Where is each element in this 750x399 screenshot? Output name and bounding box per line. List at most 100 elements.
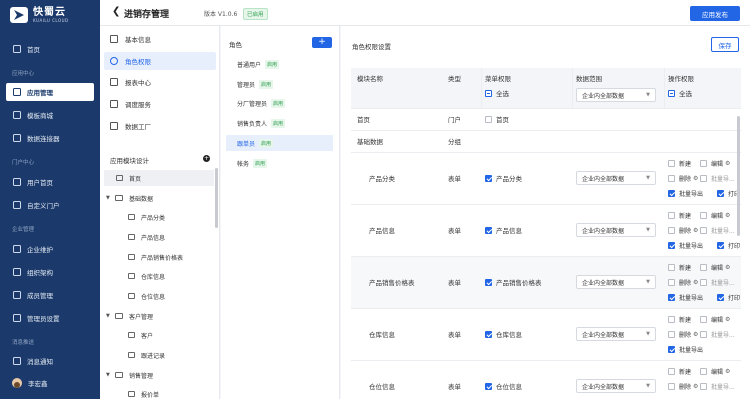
checkbox[interactable] [668, 89, 675, 97]
checkbox[interactable] [485, 226, 492, 234]
sidebar-item-admin[interactable]: 管理员设置 [6, 309, 94, 327]
scope-select[interactable]: 企业内全部数据 ▼ [576, 275, 656, 289]
tree-item-followup[interactable]: 跟进记录 [128, 347, 165, 363]
role-item[interactable]: 管理员 启用 [226, 76, 333, 92]
op-print[interactable]: 打印 [717, 293, 740, 302]
op-batch-import[interactable]: 批量导... [700, 278, 735, 287]
menu-permission[interactable]: 产品分类 [485, 171, 522, 185]
op-create[interactable]: 新建 [668, 367, 691, 376]
nav-item-basic[interactable]: 基本信息 [104, 30, 216, 48]
add-role-button[interactable]: + [312, 37, 332, 48]
nav-item-roles[interactable]: 角色权限 [104, 52, 216, 70]
role-item[interactable]: 分厂管理员 启用 [226, 95, 333, 111]
checkbox[interactable] [485, 330, 492, 338]
tree-item-price-list[interactable]: 产品销售价格表 [128, 249, 183, 265]
op-create[interactable]: 新建 [668, 263, 691, 272]
checkbox[interactable] [485, 115, 492, 123]
scope-select[interactable]: 企业内全部数据 ▼ [576, 327, 656, 341]
op-batch-import[interactable]: 批量导... [700, 226, 735, 235]
settings-icon[interactable]: ⚙ [693, 383, 698, 390]
tree-item-quote[interactable]: 报价单 [128, 386, 159, 399]
sidebar-item-app-manage[interactable]: 应用管理 [6, 83, 94, 101]
user-profile[interactable]: 李宏鑫 [12, 378, 48, 388]
op-batch-import[interactable]: 批量导... [700, 382, 735, 391]
tree-item-warehouse[interactable]: 仓库信息 [128, 268, 165, 284]
op-edit[interactable]: 编辑 ⚙ [700, 315, 730, 324]
op-print[interactable]: 打印 [717, 241, 740, 250]
scope-select[interactable]: 企业内全部数据 ▼ [576, 171, 656, 185]
sidebar-item-custom-portal[interactable]: 自定义门户 [6, 196, 94, 214]
sidebar-item-connector[interactable]: 数据连接器 [6, 129, 94, 147]
add-module-icon[interactable]: + [203, 155, 210, 162]
op-edit[interactable]: 编辑 ⚙ [700, 211, 730, 220]
checkbox[interactable] [485, 278, 492, 286]
tree-group-sales[interactable]: ▼ 销售管理 [106, 367, 153, 383]
role-item[interactable]: 销售负责人 启用 [226, 115, 333, 131]
role-item-selected[interactable]: 跟单员 启用 [226, 135, 333, 151]
sidebar-item-members[interactable]: 成员管理 [6, 286, 94, 304]
op-batch-export[interactable]: 批量导出 [668, 241, 703, 250]
settings-icon[interactable]: ⚙ [693, 279, 698, 286]
tree-item-customer[interactable]: 客户 [128, 327, 153, 343]
sidebar-item-org[interactable]: 组织架构 [6, 263, 94, 281]
nav-item-schedule[interactable]: 调度服务 [104, 95, 216, 113]
op-batch-export[interactable]: 批量导出 [668, 293, 703, 302]
nav-item-reports[interactable]: 报表中心 [104, 73, 216, 91]
settings-icon[interactable]: ⚙ [725, 368, 730, 375]
checkbox[interactable] [485, 89, 492, 97]
op-delete[interactable]: 删除 ⚙ [668, 278, 698, 287]
back-icon[interactable]: ❮ [112, 6, 120, 17]
tree-group-basic[interactable]: ▼ 基础数据 [106, 190, 153, 206]
tree-item-location[interactable]: 仓位信息 [128, 288, 165, 304]
op-batch-export[interactable]: 批量导出 [668, 189, 703, 198]
role-item[interactable]: 帐务 启用 [226, 155, 333, 171]
op-delete[interactable]: 删除 ⚙ [668, 382, 698, 391]
tree-group-customer[interactable]: ▼ 客户管理 [106, 308, 153, 324]
tree-item-product-info[interactable]: 产品信息 [128, 229, 165, 245]
publish-button[interactable]: 应用发布 [690, 6, 740, 21]
sidebar-item-user-home[interactable]: 用户首页 [6, 173, 94, 191]
scope-select[interactable]: 企业内全部数据 ▼ [576, 379, 656, 393]
menu-select-all[interactable]: 全选 [485, 87, 509, 99]
menu-permission[interactable]: 首页 [485, 112, 509, 126]
settings-icon[interactable]: ⚙ [725, 212, 730, 219]
op-create[interactable]: 新建 [668, 211, 691, 220]
menu-permission[interactable]: 产品信息 [485, 223, 522, 237]
settings-icon[interactable]: ⚙ [725, 264, 730, 271]
op-delete[interactable]: 删除 ⚙ [668, 330, 698, 339]
checkbox[interactable] [485, 174, 492, 182]
sidebar-item-notify[interactable]: 消息通知 [6, 352, 94, 370]
settings-icon[interactable]: ⚙ [693, 227, 698, 234]
save-button[interactable]: 保存 [711, 37, 739, 52]
brand-logo[interactable]: 快蜀云 KUAILU CLOUD [10, 7, 69, 23]
settings-icon[interactable]: ⚙ [693, 175, 698, 182]
ops-select-all[interactable]: 全选 [668, 87, 692, 99]
op-create[interactable]: 新建 [668, 159, 691, 168]
op-delete[interactable]: 删除 ⚙ [668, 226, 698, 235]
settings-icon[interactable]: ⚙ [693, 331, 698, 338]
op-edit[interactable]: 编辑 ⚙ [700, 367, 730, 376]
settings-icon[interactable]: ⚙ [725, 160, 730, 167]
menu-permission[interactable]: 产品销售价格表 [485, 275, 542, 289]
role-item[interactable]: 普通用户 启用 [226, 56, 333, 72]
sidebar-item-templates[interactable]: 模板商城 [6, 106, 94, 124]
table-vertical-scrollbar[interactable] [737, 116, 740, 236]
sidebar-item-home[interactable]: 首页 [6, 40, 94, 58]
op-batch-export[interactable]: 批量导出 [668, 345, 703, 354]
op-edit[interactable]: 编辑 ⚙ [700, 263, 730, 272]
menu-permission[interactable]: 仓位信息 [485, 379, 522, 393]
checkbox[interactable] [485, 382, 492, 390]
op-batch-import[interactable]: 批量导... [700, 174, 735, 183]
op-create[interactable]: 新建 [668, 315, 691, 324]
tree-item-product-category[interactable]: 产品分类 [128, 209, 165, 225]
tree-scrollbar[interactable] [215, 168, 218, 228]
tree-item-home[interactable]: 首页 [104, 170, 214, 186]
sidebar-item-ent-maint[interactable]: 企业维护 [6, 240, 94, 258]
scope-select[interactable]: 企业内全部数据 ▼ [576, 223, 656, 237]
scope-select-all[interactable]: 企业内全部数据 ▼ [576, 88, 656, 102]
op-edit[interactable]: 编辑 ⚙ [700, 159, 730, 168]
menu-permission[interactable]: 仓库信息 [485, 327, 522, 341]
nav-item-data-factory[interactable]: 数据工厂 [104, 117, 216, 135]
op-delete[interactable]: 删除 ⚙ [668, 174, 698, 183]
op-batch-import[interactable]: 批量导... [700, 330, 735, 339]
